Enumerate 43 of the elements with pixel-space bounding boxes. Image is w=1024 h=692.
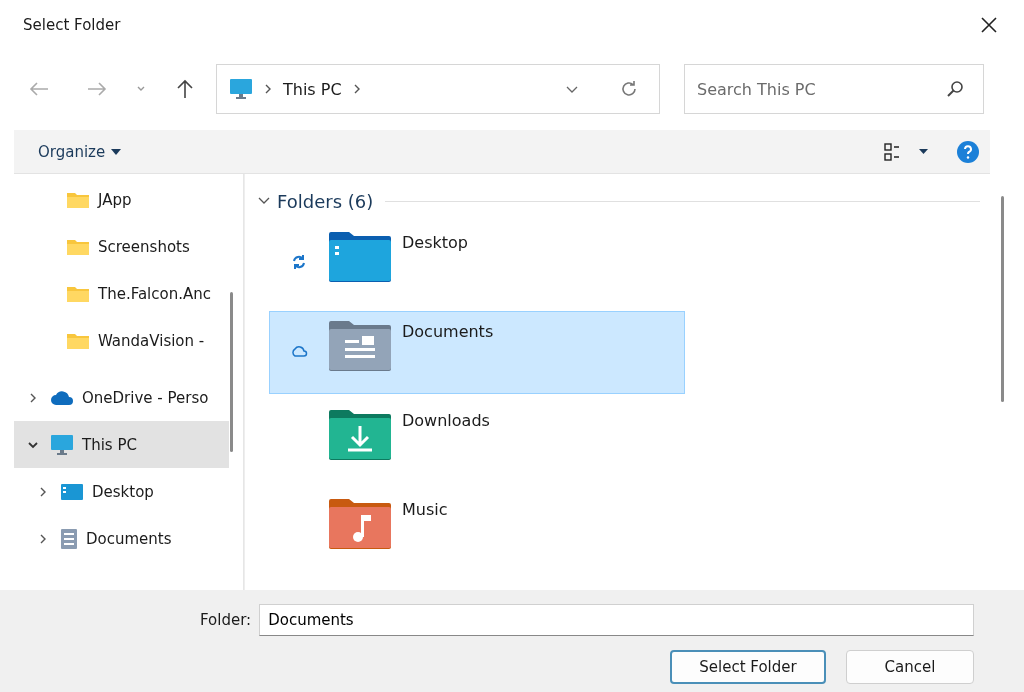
search-field[interactable]: Search This PC (684, 64, 984, 114)
monitor-icon (50, 433, 74, 456)
cloud-icon (50, 389, 74, 406)
download-folder-icon (328, 409, 392, 461)
address-bar[interactable]: This PC (216, 64, 660, 114)
sidebar-item[interactable]: Documents (14, 515, 229, 562)
help-icon[interactable] (956, 139, 980, 164)
monitor-icon (229, 78, 253, 100)
documents-folder-icon (328, 320, 392, 372)
chevron-right-icon[interactable] (38, 532, 48, 545)
sidebar-item[interactable]: Screenshots (14, 223, 229, 270)
chevron-right-icon[interactable] (263, 83, 273, 95)
sidebar-item[interactable]: WandaVision - (14, 317, 229, 364)
sidebar-item[interactable]: This PC (14, 421, 229, 468)
sidebar-item[interactable]: Desktop (14, 468, 229, 515)
chevron-down-icon[interactable] (257, 196, 271, 206)
organize-menu-button[interactable]: Organize (38, 142, 122, 161)
sidebar-item[interactable]: The.Falcon.Anc (14, 270, 229, 317)
caret-down-icon[interactable] (111, 148, 122, 155)
sidebar-item[interactable]: JApp (14, 176, 229, 223)
folder-tile[interactable]: Downloads (269, 400, 685, 483)
desktop-folder-icon (60, 482, 84, 501)
chevron-down-icon[interactable] (27, 439, 39, 450)
folder-tile[interactable]: Desktop (269, 222, 685, 305)
document-icon (60, 527, 78, 550)
desktop-folder-icon (328, 231, 392, 283)
folder-name-field[interactable]: Documents (259, 604, 974, 636)
group-header[interactable]: Folders (6) (257, 190, 374, 212)
breadcrumb[interactable]: This PC (283, 79, 342, 99)
sidebar-item[interactable]: OneDrive - Perso (14, 374, 229, 421)
window-title: Select Folder (23, 16, 121, 34)
scrollbar[interactable] (1001, 196, 1004, 402)
scrollbar[interactable] (230, 292, 233, 452)
folder-tile[interactable]: Documents (269, 311, 685, 394)
cancel-button[interactable]: Cancel (846, 650, 974, 684)
folder-tile[interactable]: Music (269, 489, 685, 572)
search-icon[interactable] (946, 80, 964, 98)
chevron-right-icon[interactable] (38, 485, 48, 498)
chevron-down-icon[interactable] (565, 84, 579, 94)
chevron-right-icon[interactable] (28, 391, 38, 404)
folder-label: Folder: (200, 611, 252, 629)
music-folder-icon (328, 498, 392, 550)
select-folder-button[interactable]: Select Folder (670, 650, 826, 684)
